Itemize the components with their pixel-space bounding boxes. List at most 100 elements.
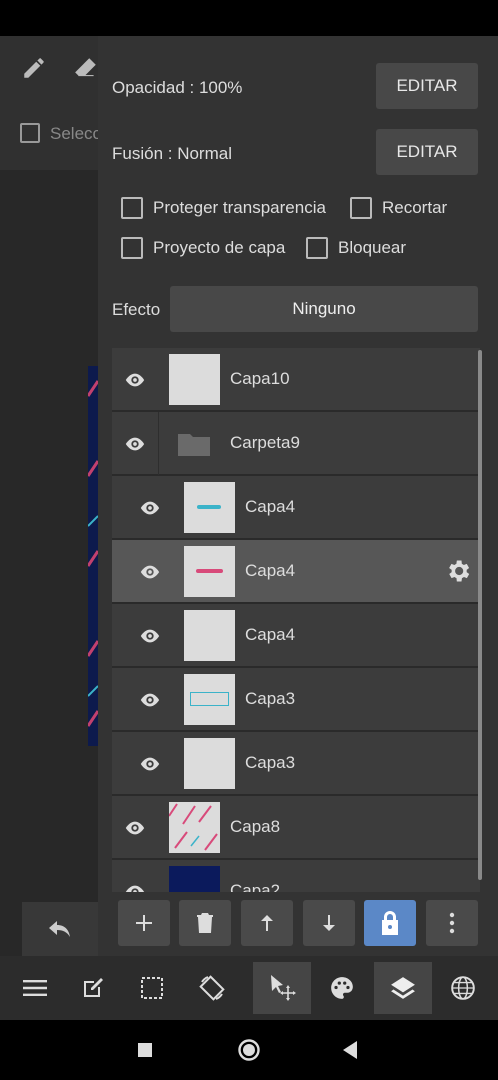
arrow-down-icon xyxy=(323,915,335,931)
system-nav-bar xyxy=(0,1020,498,1080)
left-toolbar: Selecc xyxy=(0,36,98,170)
layer-row[interactable]: Capa8 xyxy=(112,796,480,859)
layer-project-label: Proyecto de capa xyxy=(153,238,286,257)
canvas-area[interactable]: Selecc xyxy=(0,36,98,956)
pencil-icon[interactable] xyxy=(16,50,52,86)
undo-icon xyxy=(49,921,70,937)
edit-blend-button[interactable]: EDITAR xyxy=(376,129,478,175)
clip-label: Recortar xyxy=(382,198,448,217)
opacity-label: Opacidad : 100% xyxy=(112,78,243,97)
layer-row[interactable]: Capa10 xyxy=(112,348,480,411)
layer-list-scrollbar[interactable] xyxy=(478,350,482,880)
layer-thumbnail xyxy=(169,866,220,892)
layer-name: Capa8 xyxy=(230,817,281,836)
layer-thumbnail xyxy=(169,802,220,853)
move-layer-down-button[interactable] xyxy=(303,900,355,946)
move-layer-up-button[interactable] xyxy=(241,900,293,946)
layer-list[interactable]: Capa10 Carpeta9 Capa4 Capa4 Capa4 Capa3 … xyxy=(112,348,480,892)
palette-button[interactable] xyxy=(313,962,371,1014)
layer-row[interactable]: Capa4 xyxy=(112,476,480,539)
protect-transparency-checkbox[interactable]: Proteger transparencia xyxy=(121,197,326,219)
folder-row[interactable]: Carpeta9 xyxy=(112,412,480,475)
checkbox-box[interactable] xyxy=(121,197,143,219)
lock-layer-button[interactable] xyxy=(364,900,416,946)
checkbox-box[interactable] xyxy=(350,197,372,219)
eye-icon[interactable] xyxy=(127,604,173,667)
layer-name: Capa3 xyxy=(245,753,296,772)
effect-label: Efecto xyxy=(112,300,161,319)
arrow-up-icon xyxy=(261,915,273,931)
eye-icon[interactable] xyxy=(127,476,173,539)
square-icon xyxy=(138,1043,152,1057)
move-icon xyxy=(271,975,296,1001)
layer-thumbnail xyxy=(184,546,235,597)
layer-panel: Opacidad : 100% EDITAR Fusión : Normal E… xyxy=(98,36,498,956)
more-vert-icon xyxy=(449,912,455,934)
eye-icon[interactable] xyxy=(127,732,173,795)
lock-icon xyxy=(382,911,398,935)
layer-thumbnail xyxy=(184,610,235,661)
folder-icon xyxy=(176,430,212,463)
recents-button[interactable] xyxy=(138,1043,152,1062)
home-button[interactable] xyxy=(237,1038,261,1067)
edit-note-icon xyxy=(84,978,103,997)
delete-layer-button[interactable] xyxy=(179,900,231,946)
protect-transparency-label: Proteger transparencia xyxy=(153,198,326,217)
layer-name: Capa4 xyxy=(245,625,296,644)
checkbox-box[interactable] xyxy=(121,237,143,259)
eye-icon[interactable] xyxy=(127,668,173,731)
select-label: Selecc xyxy=(50,124,98,143)
layer-name: Capa4 xyxy=(245,497,296,516)
layer-row-selected[interactable]: Capa4 xyxy=(112,540,480,603)
lock-checkbox[interactable]: Bloquear xyxy=(306,237,406,259)
menu-button[interactable] xyxy=(6,962,64,1014)
layer-name: Capa3 xyxy=(245,689,296,708)
rotate-icon xyxy=(199,975,225,1001)
layers-icon xyxy=(391,977,415,999)
layer-row[interactable]: Capa3 xyxy=(112,732,480,795)
eye-icon[interactable] xyxy=(112,412,158,475)
status-bar xyxy=(0,0,498,36)
canvas-preview xyxy=(88,366,98,746)
add-layer-button[interactable] xyxy=(118,900,170,946)
eye-icon[interactable] xyxy=(112,860,158,892)
edit-note-button[interactable] xyxy=(64,962,122,1014)
globe-icon xyxy=(451,976,475,1000)
clip-checkbox[interactable]: Recortar xyxy=(350,197,447,219)
globe-button[interactable] xyxy=(434,962,492,1014)
effect-select[interactable]: Ninguno xyxy=(170,286,478,332)
eye-icon[interactable] xyxy=(127,540,173,603)
checkbox-box[interactable] xyxy=(306,237,328,259)
layer-thumbnail xyxy=(169,354,220,405)
menu-icon xyxy=(23,980,47,996)
layer-name: Capa4 xyxy=(245,561,296,580)
palette-icon xyxy=(331,977,353,999)
layers-button[interactable] xyxy=(374,962,432,1014)
selection-icon xyxy=(141,977,163,999)
eye-icon[interactable] xyxy=(112,348,158,411)
edit-opacity-button[interactable]: EDITAR xyxy=(376,63,478,109)
layer-thumbnail xyxy=(184,738,235,789)
bottom-toolbar xyxy=(0,956,498,1020)
layer-name: Carpeta9 xyxy=(230,433,300,452)
select-checkbox[interactable] xyxy=(20,123,40,143)
selection-button[interactable] xyxy=(123,962,181,1014)
blend-label: Fusión : Normal xyxy=(112,144,232,163)
layer-row[interactable]: Capa4 xyxy=(112,604,480,667)
move-tool-button[interactable] xyxy=(253,962,311,1014)
layer-thumbnail xyxy=(184,482,235,533)
layer-row[interactable]: Capa3 xyxy=(112,668,480,731)
layer-project-checkbox[interactable]: Proyecto de capa xyxy=(121,237,285,259)
rotate-button[interactable] xyxy=(183,962,241,1014)
lock-label: Bloquear xyxy=(338,238,407,257)
more-options-button[interactable] xyxy=(426,900,478,946)
layer-row[interactable]: Capa2 xyxy=(112,860,480,892)
eye-icon[interactable] xyxy=(112,796,158,859)
layer-name: Capa10 xyxy=(230,369,290,388)
gear-icon[interactable] xyxy=(444,557,472,590)
layer-name: Capa2 xyxy=(230,881,281,892)
layer-thumbnail xyxy=(184,674,235,725)
back-button[interactable] xyxy=(343,1041,357,1064)
add-icon xyxy=(136,915,152,931)
undo-button[interactable] xyxy=(22,902,98,956)
